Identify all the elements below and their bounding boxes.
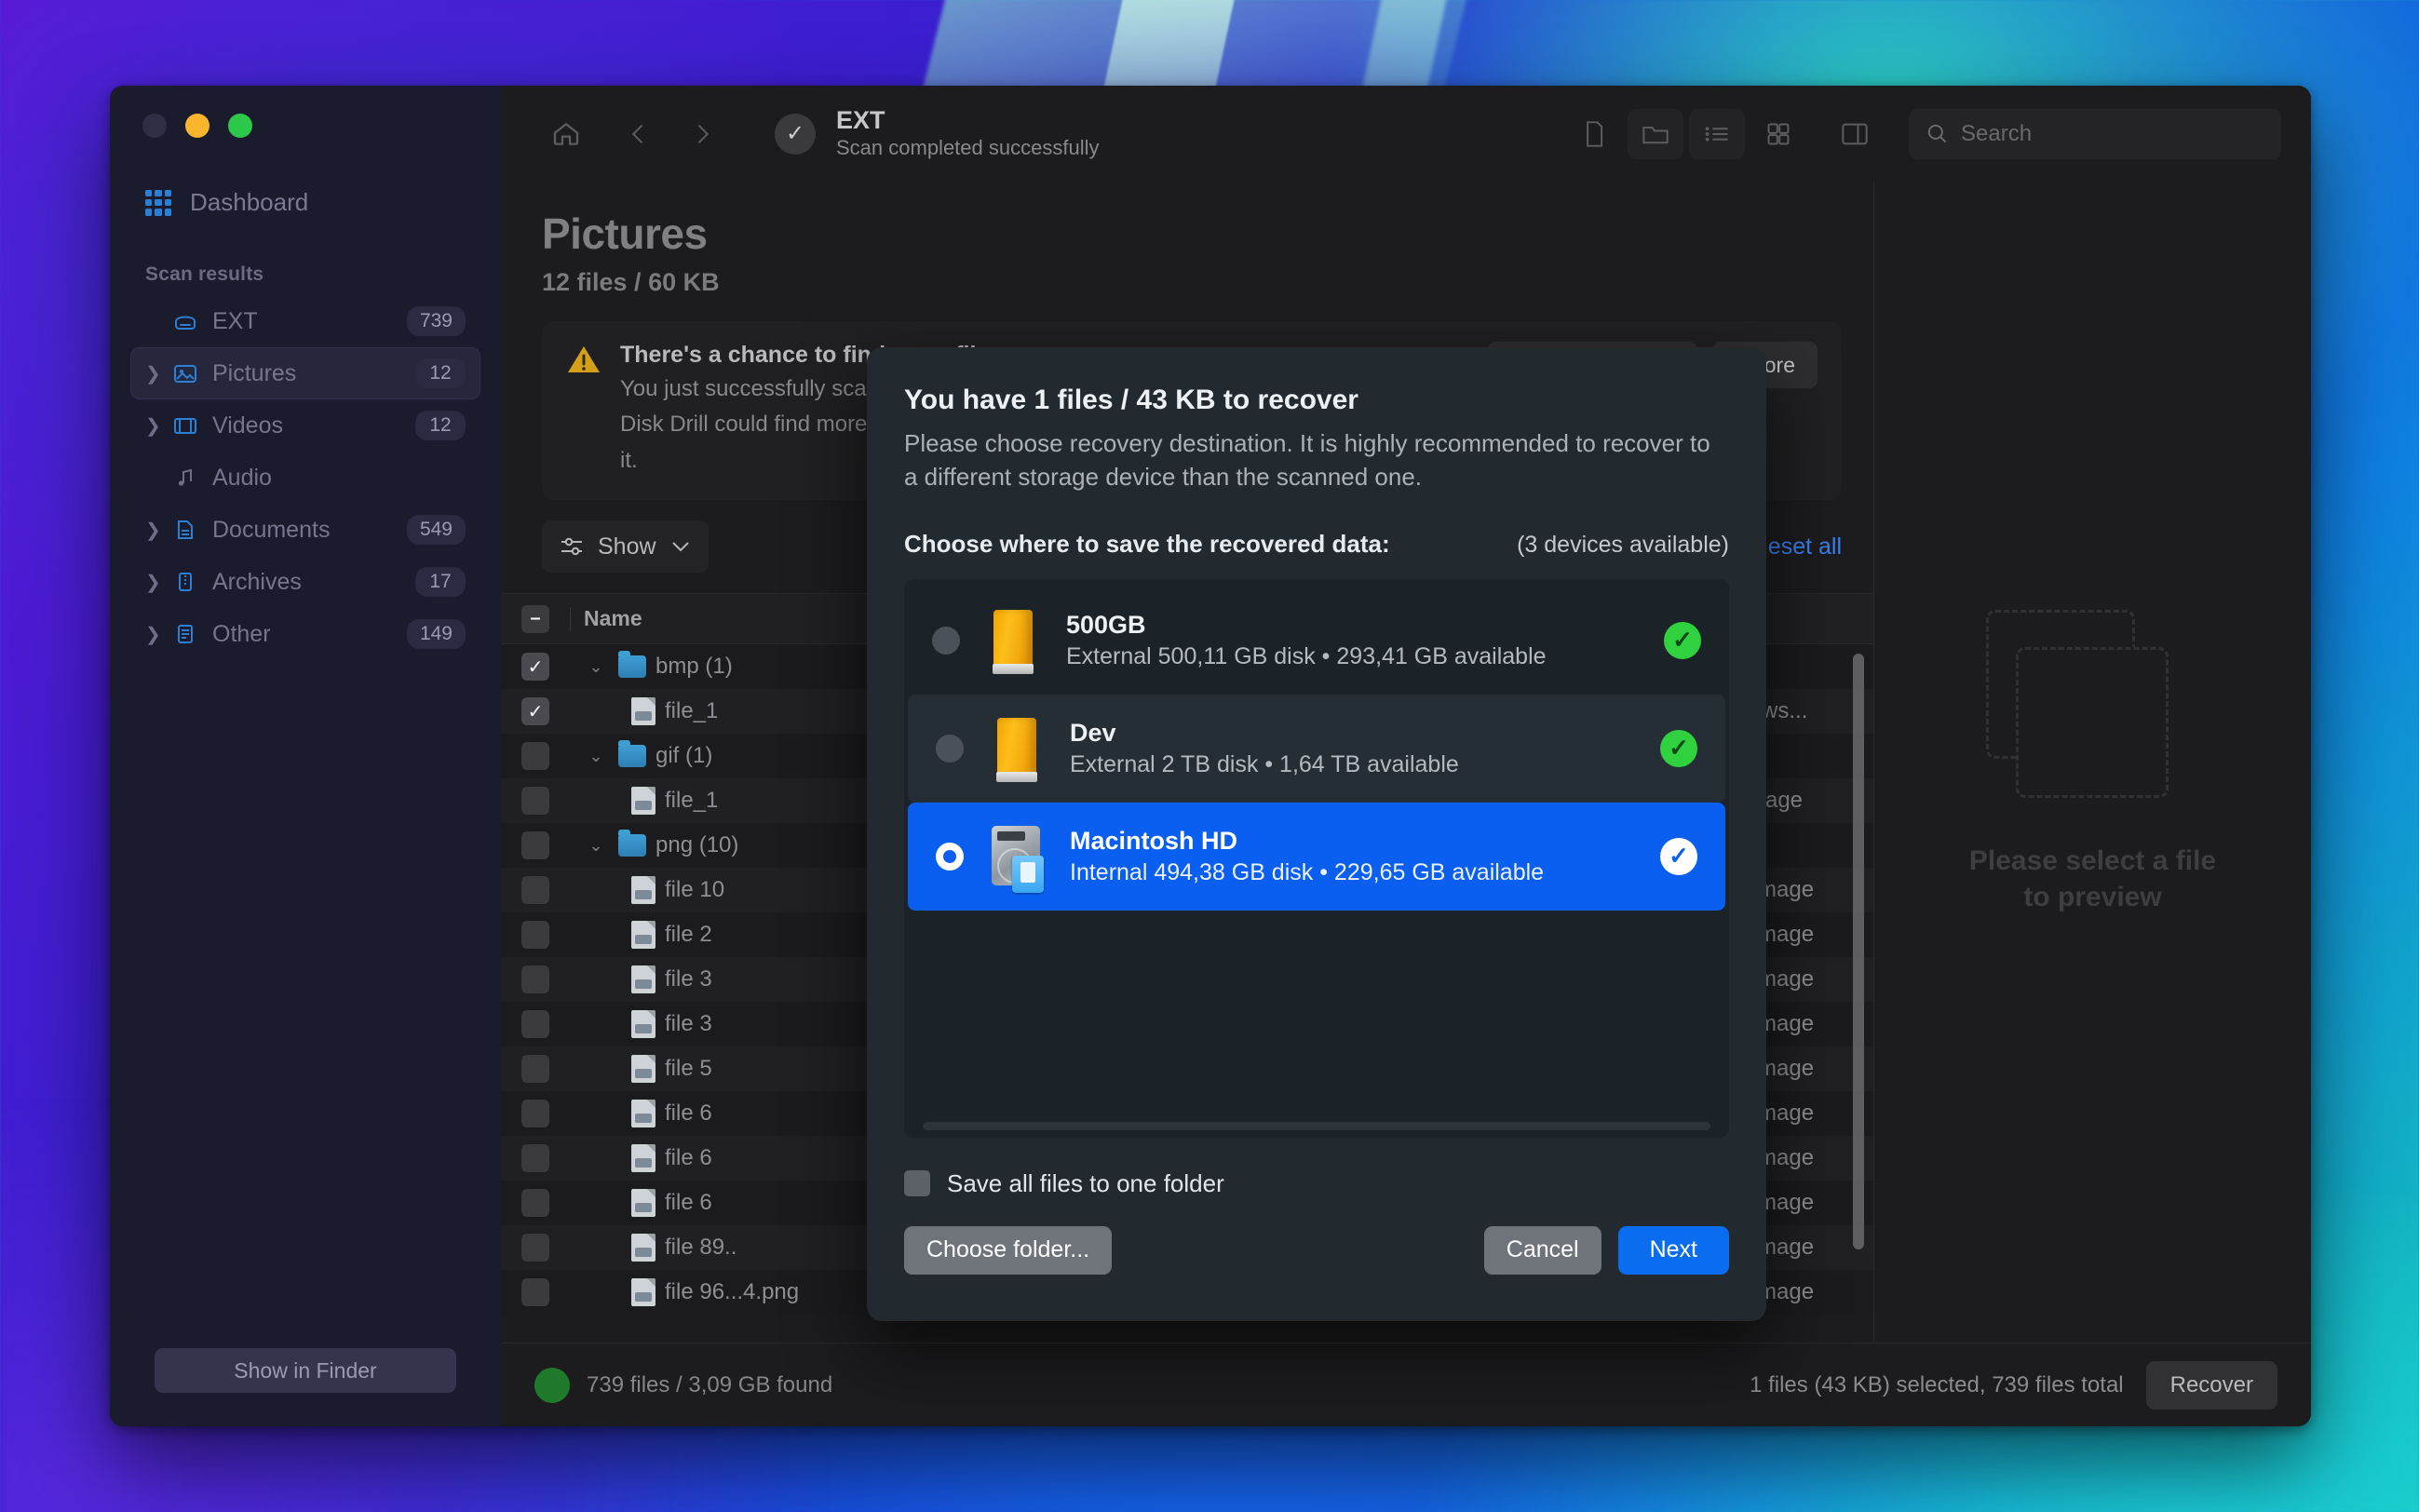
- device-row-dev[interactable]: Dev External 2 TB disk • 1,64 TB availab…: [908, 694, 1725, 803]
- recovery-destination-dialog: You have 1 files / 43 KB to recover Plea…: [867, 347, 1766, 1321]
- devices-available-count: (3 devices available): [1517, 531, 1729, 558]
- external-drive-icon: [988, 714, 1046, 783]
- save-all-files-row[interactable]: Save all files to one folder: [904, 1169, 1729, 1198]
- device-name: Dev: [1070, 718, 1116, 747]
- save-all-files-checkbox[interactable]: [904, 1170, 930, 1197]
- dialog-footer: Choose folder... Cancel Next: [904, 1225, 1729, 1275]
- device-radio[interactable]: [936, 842, 964, 871]
- dialog-description: Please choose recovery destination. It i…: [904, 429, 1710, 491]
- next-button[interactable]: Next: [1617, 1225, 1729, 1275]
- choose-destination-label: Choose where to save the recovered data:: [904, 529, 1390, 558]
- device-row-macintosh-hd[interactable]: Macintosh HD Internal 494,38 GB disk • 2…: [908, 802, 1725, 911]
- internal-drive-icon: [988, 822, 1046, 893]
- dialog-title: You have 1 files / 43 KB to recover: [904, 385, 1358, 415]
- choose-folder-button[interactable]: Choose folder...: [904, 1225, 1113, 1275]
- device-detail: Internal 494,38 GB disk • 229,65 GB avai…: [1070, 858, 1545, 885]
- save-all-files-label: Save all files to one folder: [947, 1168, 1224, 1197]
- device-ok-icon: ✓: [1664, 621, 1701, 659]
- device-list-scrollbar[interactable]: [923, 1121, 1710, 1130]
- device-name: Macintosh HD: [1070, 826, 1238, 855]
- app-window: Dashboard Scan results EXT 739 ❯ Picture…: [110, 86, 2311, 1426]
- modal-scrim: You have 1 files / 43 KB to recover Plea…: [110, 86, 2311, 1426]
- device-radio[interactable]: [936, 734, 964, 763]
- device-detail: External 2 TB disk • 1,64 TB available: [1070, 750, 1459, 777]
- device-radio[interactable]: [932, 626, 960, 655]
- device-name: 500GB: [1066, 610, 1146, 639]
- device-ok-icon: ✓: [1660, 729, 1697, 767]
- device-ok-icon: ✓: [1660, 837, 1697, 875]
- external-drive-icon: [984, 606, 1042, 675]
- device-row-500gb[interactable]: 500GB External 500,11 GB disk • 293,41 G…: [904, 587, 1729, 695]
- cancel-button[interactable]: Cancel: [1483, 1225, 1601, 1275]
- device-list: 500GB External 500,11 GB disk • 293,41 G…: [904, 578, 1729, 1138]
- device-detail: External 500,11 GB disk • 293,41 GB avai…: [1066, 642, 1547, 669]
